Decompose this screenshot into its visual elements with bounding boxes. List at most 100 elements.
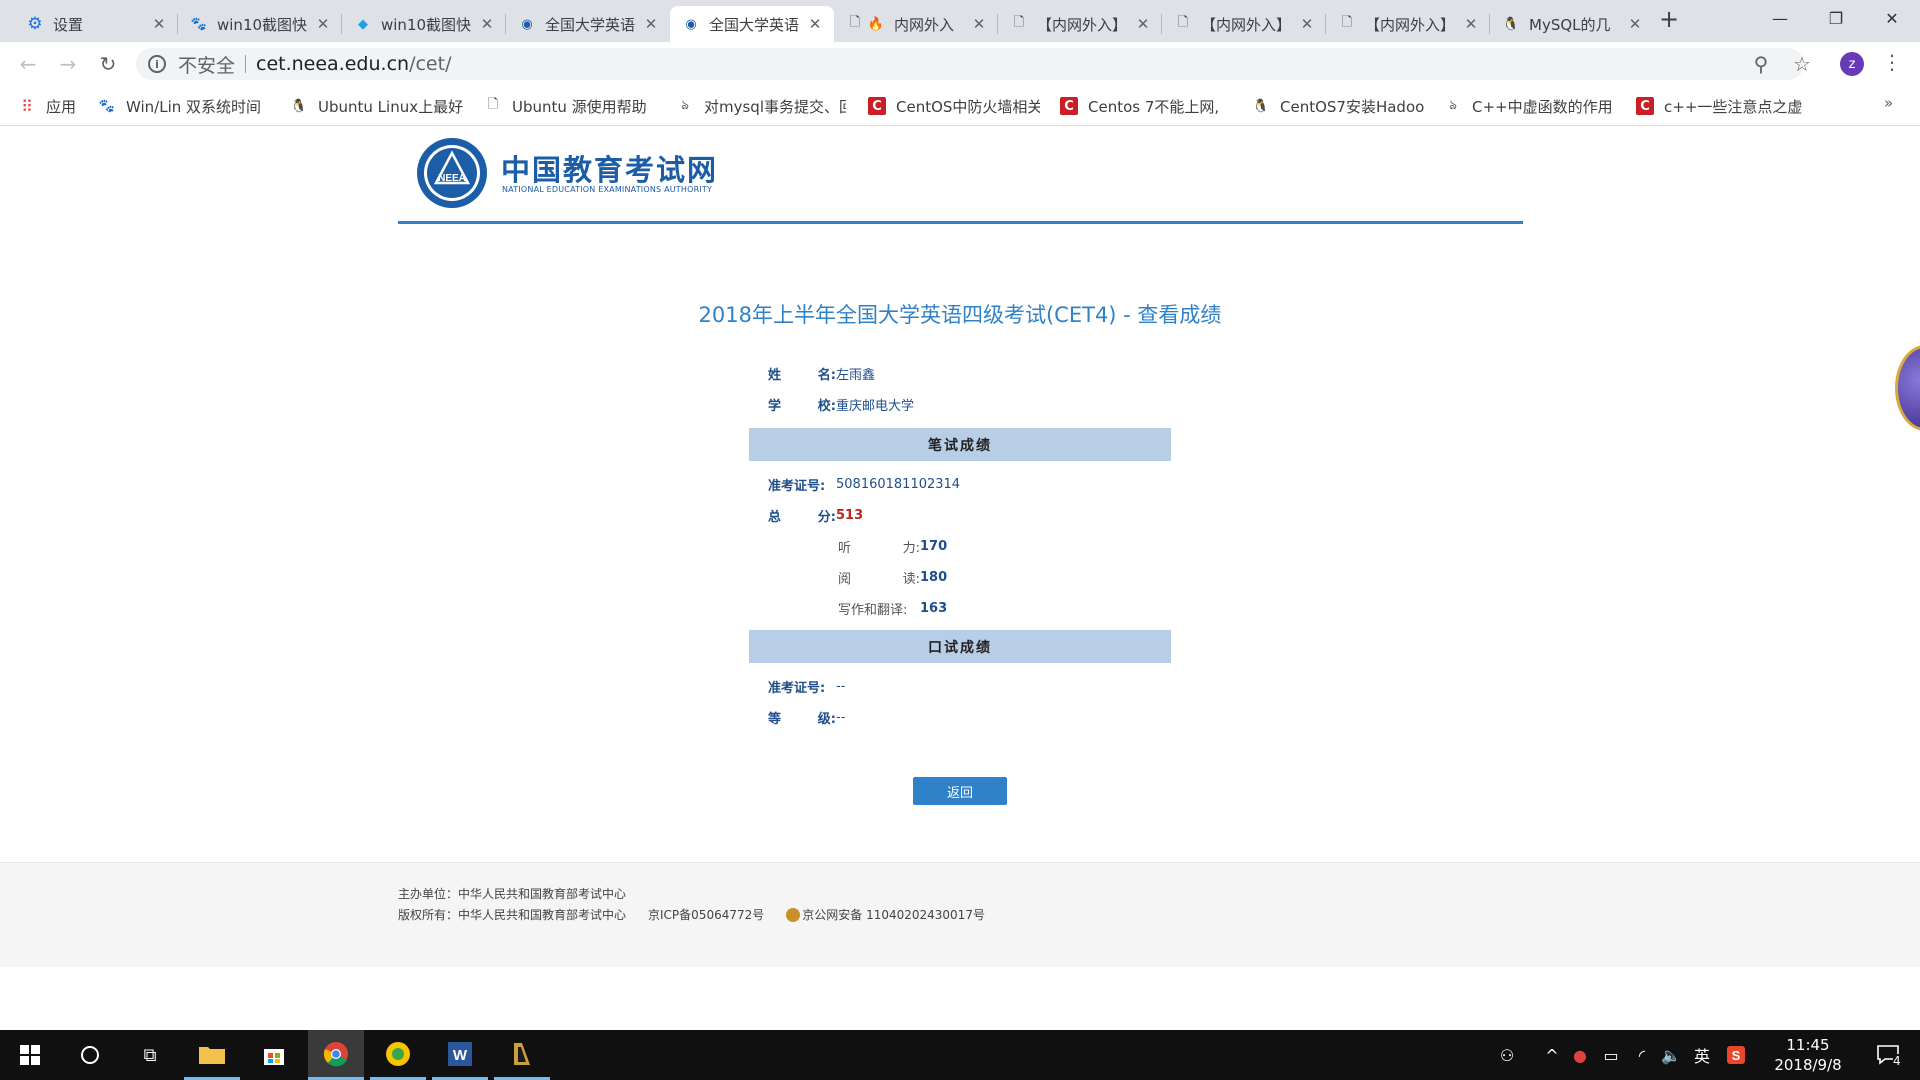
ticket-row: 准考证号: 508160181102314 xyxy=(768,474,960,494)
bookmarks-overflow-button[interactable]: » xyxy=(1884,94,1893,112)
close-icon[interactable]: ✕ xyxy=(1134,15,1152,33)
page-title: 2018年上半年全国大学英语四级考试(CET4) - 查看成绩 xyxy=(698,303,1222,327)
total-score: 513 xyxy=(836,507,864,523)
tab-label: MySQL的几 xyxy=(1529,15,1611,34)
tab-settings[interactable]: ⚙ 设置 ✕ xyxy=(14,6,178,42)
tab-label: win10截图快 xyxy=(381,15,472,34)
tab-intranet-4[interactable]: 🗋 【内网外入】 ✕ xyxy=(1326,6,1490,42)
windows-start-icon[interactable] xyxy=(2,1030,58,1080)
bookmark-item[interactable]: 🐾 Win/Lin 双系统时间 xyxy=(98,94,276,118)
bookmark-label: CentOS7安装Hadoo xyxy=(1280,97,1424,116)
tab-win10-screenshot-2[interactable]: ◆ win10截图快 ✕ xyxy=(342,6,506,42)
action-center-icon[interactable]: 4 xyxy=(1866,1030,1910,1080)
bookmark-item[interactable]: 🐧 Ubuntu Linux上最好 xyxy=(290,94,468,118)
footer-icp[interactable]: 京ICP备05064772号 xyxy=(648,906,764,923)
reading-row: 阅读: 180 xyxy=(838,567,947,587)
window-close-button[interactable]: ✕ xyxy=(1864,0,1920,36)
close-icon[interactable]: ✕ xyxy=(806,15,824,33)
minimize-button[interactable]: — xyxy=(1752,0,1808,36)
search-icon[interactable] xyxy=(62,1030,118,1080)
windows-taskbar: ⧉ W ⚇ ^ ● ▭ ◜ 🔈 英 S 11:45 2018/9/8 4 xyxy=(0,1030,1920,1080)
site-logo-title: 中国教育考试网 xyxy=(501,153,719,187)
close-icon[interactable]: ✕ xyxy=(642,15,660,33)
clock-date: 2018/9/8 xyxy=(1774,1056,1842,1074)
ime-indicator[interactable]: 英 xyxy=(1690,1030,1714,1080)
profile-avatar[interactable]: z xyxy=(1840,52,1864,76)
wifi-icon[interactable]: ◜ xyxy=(1630,1030,1654,1080)
people-icon[interactable]: ⚇ xyxy=(1494,1030,1520,1080)
tab-label: 全国大学英语 xyxy=(709,15,800,34)
penguin-icon: 🐧 xyxy=(1502,16,1520,32)
bookmark-label: Ubuntu Linux上最好 xyxy=(318,97,464,116)
oral-ticket-label: 准考证号: xyxy=(768,680,826,696)
footer-police[interactable]: 京公网安备 11040202430017号 xyxy=(802,906,985,923)
media-player-icon[interactable] xyxy=(370,1030,426,1080)
tab-intranet-1[interactable]: 🗋 🔥 内网外入 ✕ xyxy=(834,6,998,42)
bookmark-label: 对mysql事务提交、回 xyxy=(704,97,846,116)
battery-icon[interactable]: ▭ xyxy=(1598,1030,1624,1080)
chevron-up-icon[interactable]: ^ xyxy=(1540,1030,1564,1080)
sogou-ime-icon[interactable]: S xyxy=(1724,1030,1748,1080)
game-launcher-icon[interactable] xyxy=(494,1030,550,1080)
tab-mysql[interactable]: 🐧 MySQL的几 ✕ xyxy=(1490,6,1654,42)
address-bar[interactable]: i 不安全 cet.neea.edu.cn /cet/ xyxy=(136,48,1804,80)
bookmark-apps[interactable]: ⠿ 应用 xyxy=(18,94,96,118)
tab-win10-screenshot-1[interactable]: 🐾 win10截图快 ✕ xyxy=(178,6,342,42)
tab-intranet-3[interactable]: 🗋 【内网外入】 ✕ xyxy=(1162,6,1326,42)
bookmark-label: C++中虚函数的作用 xyxy=(1472,97,1613,116)
task-view-icon[interactable]: ⧉ xyxy=(122,1030,178,1080)
neea-logo[interactable]: NEEA xyxy=(416,137,488,209)
footer-sponsor: 主办单位：中华人民共和国教育部考试中心 xyxy=(398,887,627,901)
close-icon[interactable]: ✕ xyxy=(1626,15,1644,33)
logo-badge: NEEA xyxy=(438,173,466,184)
baidu-paw-icon: 🐾 xyxy=(98,98,116,114)
bookmark-item[interactable]: C c++一些注意点之虚 xyxy=(1636,94,1808,118)
apps-grid-icon: ⠿ xyxy=(21,96,33,116)
close-icon[interactable]: ✕ xyxy=(150,15,168,33)
close-icon[interactable]: ✕ xyxy=(970,15,988,33)
bookmark-item[interactable]: ঌ C++中虚函数的作用 xyxy=(1444,94,1616,118)
name-label: 姓名: xyxy=(768,367,836,383)
bookmark-item[interactable]: 🐧 CentOS7安装Hadoo xyxy=(1252,94,1424,118)
tab-cet-active[interactable]: ◉ 全国大学英语 ✕ xyxy=(670,6,834,42)
reload-icon[interactable]: ↻ xyxy=(94,50,122,78)
tab-label: win10截图快 xyxy=(217,15,308,34)
chrome-icon[interactable] xyxy=(308,1030,364,1080)
tab-intranet-2[interactable]: 🗋 【内网外入】 ✕ xyxy=(998,6,1162,42)
bookmark-item[interactable]: C CentOS中防火墙相关 xyxy=(868,94,1040,118)
tab-cet-1[interactable]: ◉ 全国大学英语 ✕ xyxy=(506,6,670,42)
bookmark-item[interactable]: C Centos 7不能上网, xyxy=(1060,94,1232,118)
tray-app-icon[interactable]: ● xyxy=(1568,1030,1592,1080)
store-icon[interactable] xyxy=(246,1030,302,1080)
csdn-icon: C xyxy=(1060,97,1078,115)
neea-icon: ◉ xyxy=(685,16,697,32)
star-icon[interactable]: ☆ xyxy=(1786,48,1818,80)
new-tab-button[interactable]: + xyxy=(1657,7,1681,32)
feather-icon: ঌ xyxy=(681,97,689,113)
close-icon[interactable]: ✕ xyxy=(314,15,332,33)
ticket-number: 508160181102314 xyxy=(836,476,961,492)
police-badge-icon xyxy=(786,907,801,922)
forward-arrow-icon[interactable]: → xyxy=(54,50,82,78)
bookmark-item[interactable]: ঌ 对mysql事务提交、回 xyxy=(676,94,846,118)
back-arrow-icon[interactable]: ← xyxy=(14,50,42,78)
bookmark-item[interactable]: 🗋 Ubuntu 源使用帮助 xyxy=(484,94,654,118)
more-menu-icon[interactable]: ⋮ xyxy=(1882,50,1902,74)
school-name: 重庆邮电大学 xyxy=(836,398,915,414)
volume-icon[interactable]: 🔈 xyxy=(1658,1030,1684,1080)
footer-copyright-line: 版权所有：中华人民共和国教育部考试中心 京ICP备05064772号 京公网安备… xyxy=(398,906,1007,923)
zoom-icon[interactable]: ⚲ xyxy=(1745,48,1777,80)
svg-text:W: W xyxy=(453,1047,468,1064)
gear-icon: ⚙ xyxy=(27,14,43,34)
info-icon[interactable]: i xyxy=(148,55,166,73)
close-icon[interactable]: ✕ xyxy=(1298,15,1316,33)
clock-time: 11:45 xyxy=(1786,1036,1830,1054)
word-icon[interactable]: W xyxy=(432,1030,488,1080)
writing-row: 写作和翻译: 163 xyxy=(838,598,947,618)
close-icon[interactable]: ✕ xyxy=(478,15,496,33)
file-explorer-icon[interactable] xyxy=(184,1030,240,1080)
restore-button[interactable]: ❐ xyxy=(1808,0,1864,36)
close-icon[interactable]: ✕ xyxy=(1462,15,1480,33)
taskbar-clock[interactable]: 11:45 2018/9/8 xyxy=(1760,1035,1856,1075)
back-button[interactable]: 返回 xyxy=(913,777,1007,805)
